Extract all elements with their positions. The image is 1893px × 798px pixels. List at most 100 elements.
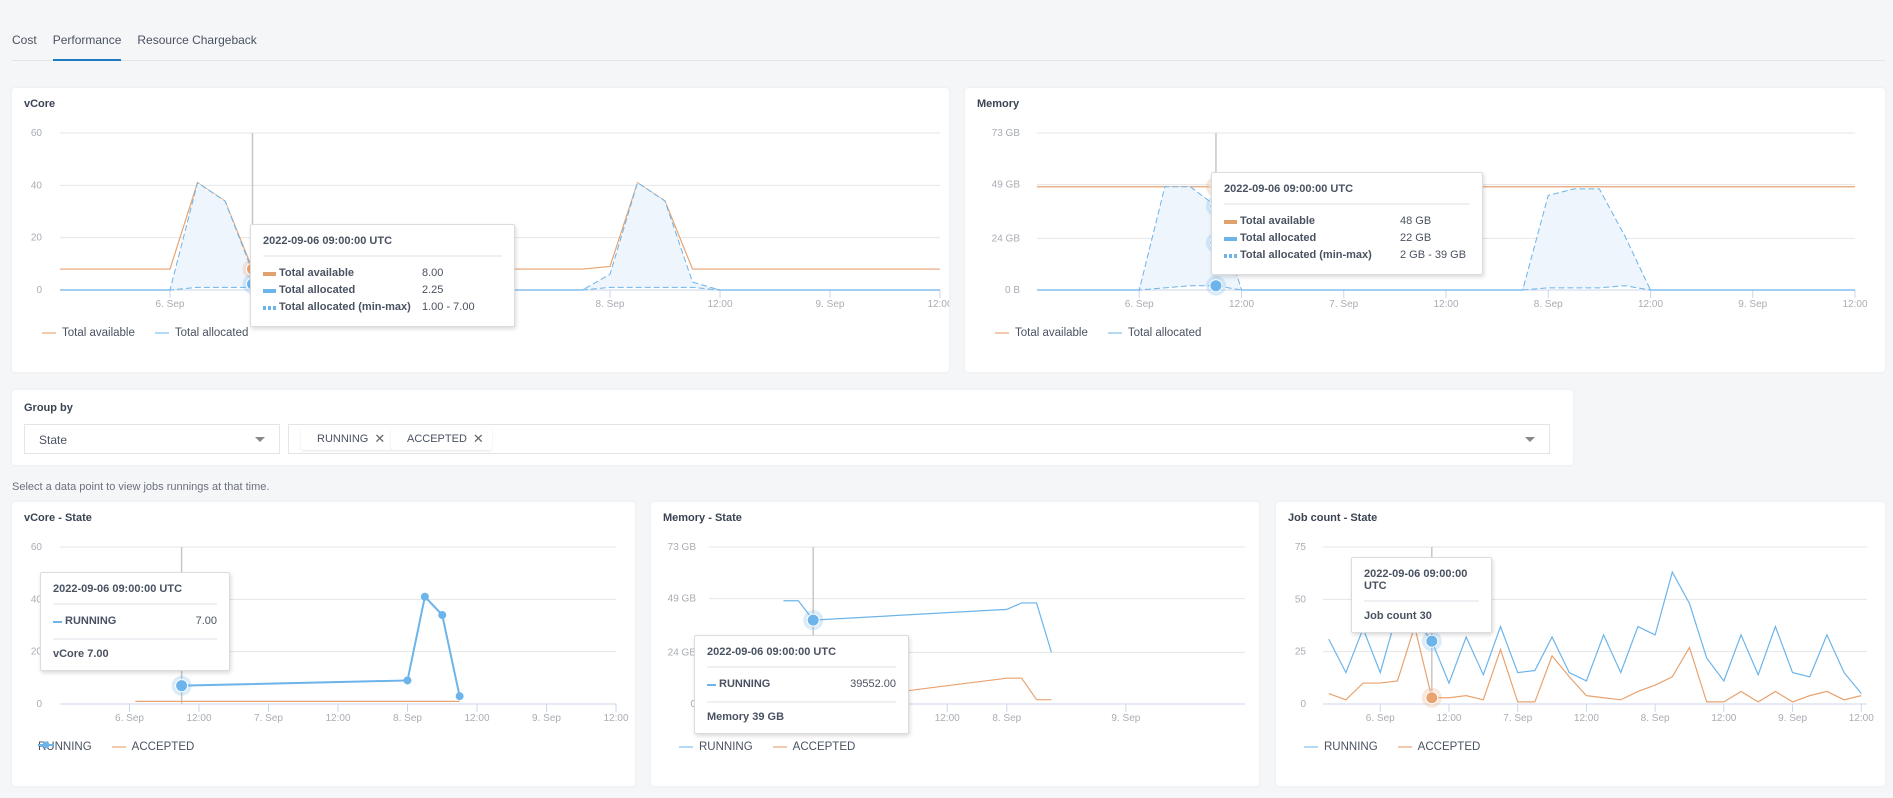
x-tick-label: 12:00 (1436, 713, 1461, 724)
chart-legend: RUNNING ACCEPTED (38, 741, 194, 753)
tooltip-title: 2022-09-06 09:00:00 UTC (263, 235, 502, 257)
state-filter-multiselect[interactable]: RUNNING ✕ ACCEPTED ✕ (288, 424, 1550, 454)
chart-tooltip: 2022-09-06 09:00:00 UTC Job count 30 (1351, 557, 1492, 633)
tab-cost[interactable]: Cost (12, 26, 37, 61)
group-by-select[interactable]: State (24, 424, 280, 454)
x-tick-label: 9. Sep (1778, 713, 1807, 724)
swatch-icon (53, 620, 62, 623)
x-tick-label: 12:00 (464, 713, 489, 724)
x-tick-label: 9. Sep (1738, 299, 1767, 310)
chart-legend: RUNNING ACCEPTED (679, 741, 855, 753)
group-by-card: Group by State RUNNING ✕ ACCEPTED ✕ (12, 390, 1573, 465)
data-point (455, 692, 464, 701)
x-tick-label: 8. Sep (1534, 299, 1563, 310)
legend-label: Total allocated (174, 327, 249, 339)
data-point (403, 676, 412, 685)
filter-chip-running[interactable]: RUNNING ✕ (301, 428, 394, 450)
x-tick-label: 12:00 (1229, 299, 1254, 310)
x-tick-label: 9. Sep (1111, 713, 1140, 724)
tooltip-title: 2022-09-06 09:00:00 UTC (707, 646, 896, 668)
series-line-accepted (887, 677, 1052, 701)
legend-item-running[interactable]: RUNNING (679, 741, 753, 753)
tooltip-value: 7.00 (195, 615, 217, 627)
tooltip-label: RUNNING (65, 615, 117, 627)
y-tick-label: 24 GB (668, 647, 697, 658)
y-tick-label: 0 B (1005, 285, 1020, 296)
series-line-accepted (1328, 624, 1862, 703)
y-tick-label: 0 (1300, 699, 1306, 710)
tooltip-footer: vCore 7.00 (53, 648, 109, 660)
y-tick-label: 24 GB (992, 233, 1021, 244)
legend-item-total-allocated[interactable]: Total allocated (1107, 327, 1202, 339)
x-tick-label: 6. Sep (115, 713, 144, 724)
tooltip-label: RUNNING (719, 678, 771, 690)
y-tick-label: 75 (1295, 542, 1307, 553)
tooltip-title: 2022-09-06 09:00:00 UTC (1224, 183, 1470, 205)
x-tick-label: 7. Sep (254, 713, 283, 724)
tooltip-value: 2.25 (422, 284, 444, 296)
tooltip-row: Total allocated 2.25 (263, 282, 502, 299)
legend-line-icon (1397, 746, 1412, 748)
y-tick-label: 73 GB (668, 542, 697, 553)
chevron-down-icon[interactable] (1525, 437, 1535, 442)
swatch-icon (1224, 236, 1237, 241)
job-count-state-card: Job count - State 0 25 50 75 6. Sep 12:00 7. S… (1276, 502, 1885, 786)
legend-label: ACCEPTED (131, 741, 195, 753)
vcore-card: vCore 02040606. Sep12:007. Sep12:008. Se… (12, 88, 949, 372)
legend-label: Total allocated (1127, 327, 1202, 339)
legend-line-icon (111, 746, 126, 748)
filter-chip-accepted[interactable]: ACCEPTED ✕ (391, 428, 492, 450)
tooltip-footer: Memory 39 GB (707, 711, 785, 723)
hint-text: Select a data point to view jobs running… (12, 481, 270, 493)
close-icon[interactable]: ✕ (374, 431, 385, 447)
legend-line-icon (679, 746, 693, 748)
tooltip-title: 2022-09-06 09:00:00 UTC (53, 583, 217, 605)
y-tick-label: 20 (31, 233, 43, 244)
x-tick-label: 12:00 (325, 713, 350, 724)
legend-line-icon (995, 332, 1009, 334)
x-tick-label: 12:00 (927, 299, 949, 310)
chart-legend: Total available Total allocated (995, 327, 1201, 339)
x-tick-label: 7. Sep (1503, 713, 1532, 724)
tooltip-label: Total available (279, 267, 354, 279)
tooltip-value: 1.00 - 7.00 (422, 301, 475, 313)
x-tick-label: 6. Sep (156, 299, 185, 310)
hover-point (1209, 279, 1223, 293)
close-icon[interactable]: ✕ (473, 431, 484, 447)
chip-label: RUNNING (317, 433, 369, 445)
legend-item-accepted[interactable]: ACCEPTED (1397, 741, 1480, 753)
tooltip-row: Total allocated (min-max) 2 GB - 39 GB (1224, 247, 1470, 264)
hover-point (175, 679, 189, 693)
tooltip-label: Total allocated (279, 284, 356, 296)
legend-line-icon (42, 332, 56, 334)
legend-item-total-available[interactable]: Total available (42, 327, 135, 339)
tooltip-row: Total allocated 22 GB (1224, 230, 1470, 247)
y-tick-label: 49 GB (668, 594, 697, 605)
legend-item-total-allocated[interactable]: Total allocated (154, 327, 249, 339)
group-by-label: Group by (24, 402, 73, 414)
tab-resource-chargeback[interactable]: Resource Chargeback (137, 26, 256, 61)
tooltip-row: RUNNING 7.00 (53, 613, 217, 640)
legend-label: RUNNING (699, 741, 753, 753)
x-tick-label: 8. Sep (596, 299, 625, 310)
y-tick-label: 60 (31, 128, 43, 139)
legend-item-running[interactable]: RUNNING (1304, 741, 1378, 753)
legend-line-icon (154, 332, 169, 334)
legend-label: Total available (1015, 327, 1088, 339)
legend-item-running[interactable]: RUNNING (38, 741, 92, 753)
y-tick-label: 50 (1295, 594, 1307, 605)
tooltip-row: Total available 48 GB (1224, 213, 1470, 230)
tab-performance[interactable]: Performance (52, 26, 122, 61)
x-tick-label: 9. Sep (532, 713, 561, 724)
legend-item-accepted[interactable]: ACCEPTED (772, 741, 855, 753)
memory-state-card: Memory - State 024 GB49 GB73 GB6. Sep12:… (651, 502, 1259, 786)
tooltip-row: RUNNING 39552.00 (707, 676, 896, 703)
legend-item-total-available[interactable]: Total available (995, 327, 1088, 339)
memory-card: Memory 0 B 24 GB 49 GB 73 GB 6. Sep 12:00 7. S… (965, 88, 1885, 372)
legend-line-icon (1304, 746, 1318, 748)
x-tick-label: 7. Sep (1329, 299, 1358, 310)
x-tick-label: 9. Sep (816, 299, 845, 310)
legend-item-accepted[interactable]: ACCEPTED (111, 741, 195, 753)
legend-line-icon (772, 746, 787, 748)
hover-point (1425, 634, 1439, 648)
